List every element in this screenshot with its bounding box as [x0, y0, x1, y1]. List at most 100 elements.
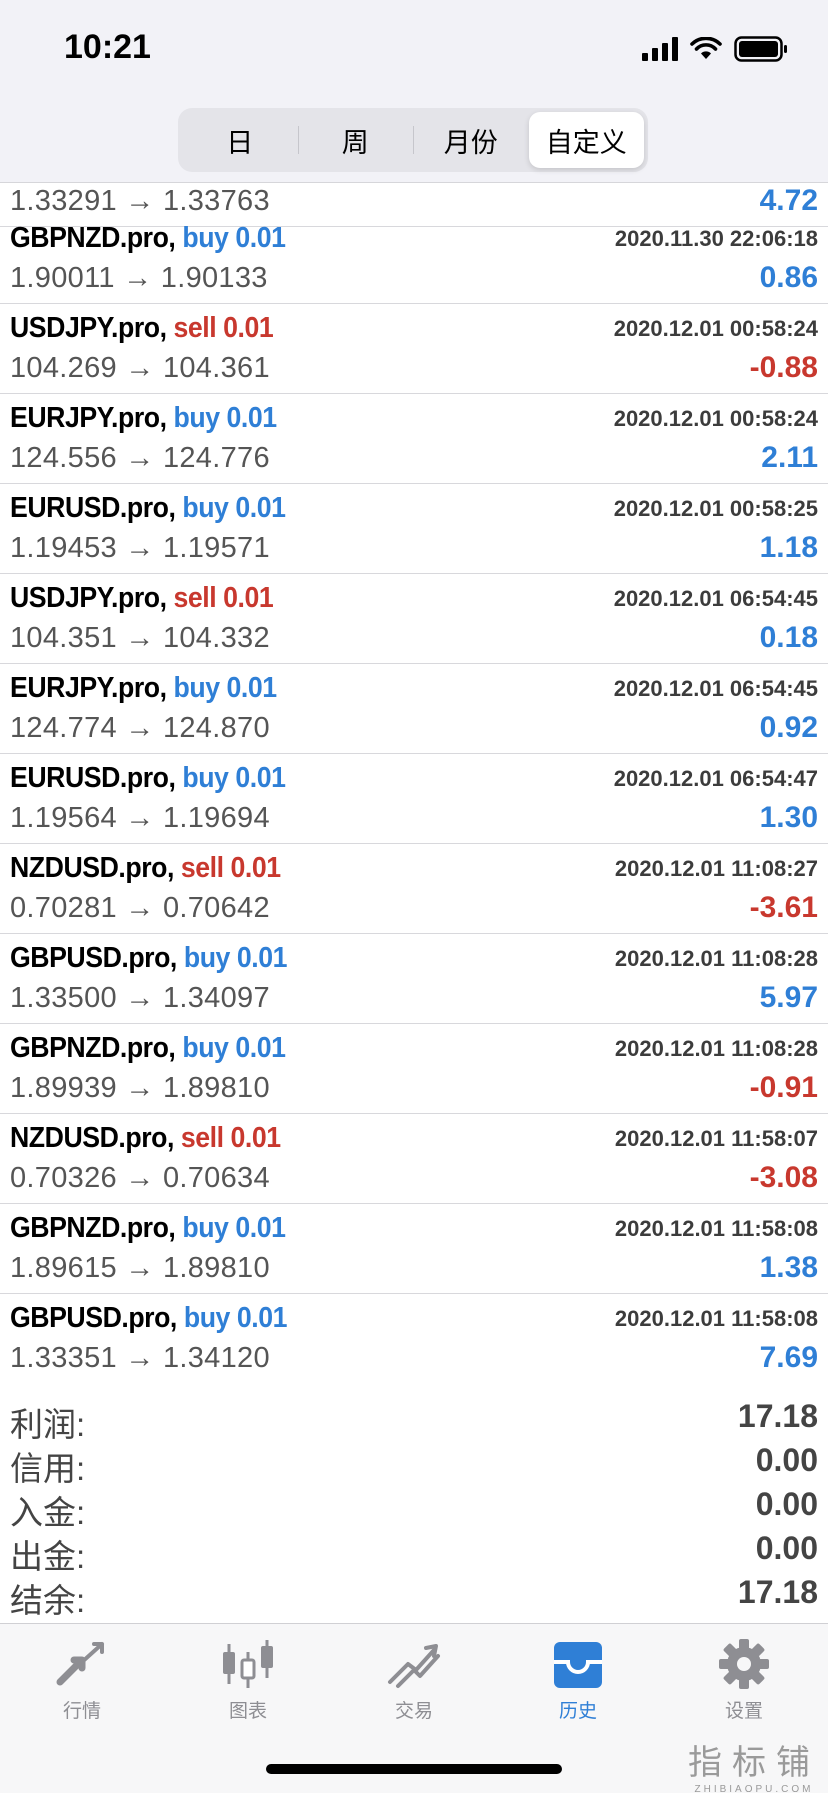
deal-side: sell: [180, 1122, 224, 1154]
deal-volume: 0.01: [223, 582, 274, 614]
deal-profit: -0.88: [749, 351, 818, 384]
deal-side: buy: [183, 942, 231, 974]
deal-time: 2020.12.01 11:08:27: [614, 856, 818, 881]
deal-row[interactable]: USDJPY.pro, sell 0.01 2020.12.01 06:54:45…: [0, 574, 828, 664]
summary-value: 0.00: [755, 1530, 818, 1566]
status-bar: 10:21: [0, 0, 828, 100]
deal-time: 2020.11.30 22:06:18: [614, 226, 818, 251]
summary-value: 0.00: [755, 1442, 818, 1478]
deal-row[interactable]: GBPNZD.pro, buy 0.01 2020.12.01 11:08:28 1…: [0, 1024, 828, 1114]
tab-history[interactable]: 历史: [518, 1638, 638, 1738]
deal-row[interactable]: EURJPY.pro, buy 0.01 2020.12.01 06:54:45 1…: [0, 664, 828, 754]
tab-trade[interactable]: 交易: [354, 1638, 474, 1738]
deal-side: sell: [173, 312, 217, 344]
summary-row-withdrawal: 出金: 0.00: [0, 1530, 828, 1575]
deal-profit: 4.72: [759, 184, 818, 217]
summary-label: 利润:: [10, 1406, 86, 1443]
deal-volume: 0.01: [235, 1032, 286, 1064]
deal-profit: 1.38: [759, 1251, 818, 1284]
deal-symbol: EURJPY.pro, buy 0.01: [10, 672, 277, 705]
history-icon: [554, 1642, 602, 1688]
deals-list[interactable]: 1.33291 → 1.33763 4.72 GBPNZD.pro, buy 0…: [0, 182, 828, 1382]
deal-prices: 0.70281 → 0.70642: [10, 892, 270, 924]
status-time: 10:21: [64, 28, 151, 66]
deal-volume: 0.01: [236, 1302, 288, 1334]
summary-row-profit: 利润: 17.18: [0, 1398, 828, 1443]
segment-month[interactable]: 月份: [413, 112, 529, 168]
deal-side: sell: [173, 582, 217, 614]
deal-prices: 1.33351 → 1.34120: [10, 1342, 270, 1374]
deal-volume: 0.01: [223, 312, 274, 344]
deal-symbol: NZDUSD.pro, sell 0.01: [10, 852, 281, 885]
tab-chart[interactable]: 图表: [188, 1638, 308, 1738]
tab-label: 行情: [62, 1701, 101, 1722]
summary-row-balance: 结余: 17.18: [0, 1574, 828, 1619]
deal-volume: 0.01: [226, 672, 278, 704]
watermark: 指标铺 ZHIBIAOPU.COM: [688, 1735, 820, 1795]
summary-label: 结余:: [10, 1582, 86, 1619]
deal-time: 2020.12.01 06:54:47: [613, 766, 818, 791]
deal-symbol-name: EURJPY.pro,: [10, 402, 167, 434]
segment-week[interactable]: 周: [297, 112, 414, 168]
deal-symbol: NZDUSD.pro, sell 0.01: [10, 1122, 281, 1155]
deal-volume: 0.01: [235, 222, 286, 254]
deal-row[interactable]: GBPUSD.pro, buy 0.01 2020.12.01 11:08:28 1…: [0, 934, 828, 1024]
deal-prices: 1.33500 → 1.34097: [10, 982, 270, 1014]
tab-label: 历史: [558, 1701, 597, 1722]
deal-row[interactable]: EURUSD.pro, buy 0.01 2020.12.01 06:54:47 1…: [0, 754, 828, 844]
deal-row[interactable]: GBPNZD.pro, buy 0.01 2020.12.01 11:58:08 1…: [0, 1204, 828, 1294]
deal-time: 2020.12.01 00:58:25: [613, 496, 818, 521]
deal-row[interactable]: EURUSD.pro, buy 0.01 2020.12.01 00:58:25 1…: [0, 484, 828, 574]
deal-symbol-name: GBPNZD.pro,: [10, 222, 176, 254]
deal-row[interactable]: GBPUSD.pro, buy 0.01 2020.12.01 11:58:08 1…: [0, 1294, 828, 1382]
deal-symbol-name: GBPNZD.pro,: [10, 1212, 176, 1244]
deal-side: buy: [182, 1212, 229, 1244]
settings-icon: [719, 1639, 769, 1689]
deal-time: 2020.12.01 11:58:07: [614, 1126, 818, 1151]
wifi-icon: [690, 37, 722, 59]
tab-quotes[interactable]: 行情: [22, 1638, 142, 1738]
deal-prices: 1.90011 → 1.90133: [10, 262, 268, 294]
battery-icon: [734, 36, 787, 62]
deal-side: buy: [182, 762, 229, 794]
deal-row[interactable]: USDJPY.pro, sell 0.01 2020.12.01 00:58:24…: [0, 304, 828, 394]
deal-profit: 0.86: [759, 261, 818, 294]
deal-symbol-name: GBPUSD.pro,: [10, 1302, 177, 1334]
quotes-icon: [56, 1642, 104, 1686]
deal-prices: 1.89615 → 1.89810: [10, 1252, 270, 1284]
deal-row[interactable]: GBPNZD.pro, buy 0.01 2020.11.30 22:06:18 1…: [0, 214, 828, 304]
deal-symbol: USDJPY.pro, sell 0.01: [10, 312, 274, 345]
deal-volume: 0.01: [235, 762, 286, 794]
deal-time: 2020.12.01 00:58:24: [613, 406, 818, 431]
home-indicator[interactable]: [266, 1764, 562, 1774]
deal-side: buy: [182, 492, 229, 524]
deal-profit: 7.69: [759, 1341, 818, 1374]
deal-profit: -3.61: [749, 891, 818, 924]
segment-custom[interactable]: 自定义: [528, 112, 644, 168]
cellular-signal-icon: [642, 37, 678, 61]
deal-row[interactable]: NZDUSD.pro, sell 0.01 2020.12.01 11:58:07…: [0, 1114, 828, 1204]
deal-row[interactable]: EURJPY.pro, buy 0.01 2020.12.01 00:58:24 1…: [0, 394, 828, 484]
deal-row[interactable]: NZDUSD.pro, sell 0.01 2020.12.01 11:08:27…: [0, 844, 828, 934]
deal-symbol-name: NZDUSD.pro,: [10, 1122, 174, 1154]
deal-side: buy: [173, 672, 221, 704]
status-icons: [642, 34, 788, 64]
deal-volume: 0.01: [226, 402, 278, 434]
deal-side: buy: [182, 1032, 229, 1064]
tab-settings[interactable]: 设置: [684, 1638, 804, 1738]
deal-side: buy: [182, 222, 229, 254]
deal-symbol-name: USDJPY.pro,: [10, 312, 167, 344]
deal-volume: 0.01: [235, 492, 286, 524]
deal-profit: -0.91: [749, 1071, 818, 1104]
segment-day[interactable]: 日: [182, 112, 298, 168]
deal-profit: 1.30: [759, 801, 818, 834]
deal-volume: 0.01: [236, 942, 288, 974]
deal-time: 2020.12.01 11:08:28: [614, 1036, 818, 1061]
deal-time: 2020.12.01 11:58:08: [614, 1216, 818, 1241]
deal-symbol: GBPNZD.pro, buy 0.01: [10, 1032, 286, 1065]
deal-prices: 1.19453 → 1.19571: [10, 532, 270, 564]
deal-symbol-name: GBPNZD.pro,: [10, 1032, 176, 1064]
deal-symbol-name: NZDUSD.pro,: [10, 852, 174, 884]
deal-symbol-name: GBPUSD.pro,: [10, 942, 177, 974]
deal-profit: 0.18: [759, 621, 818, 654]
